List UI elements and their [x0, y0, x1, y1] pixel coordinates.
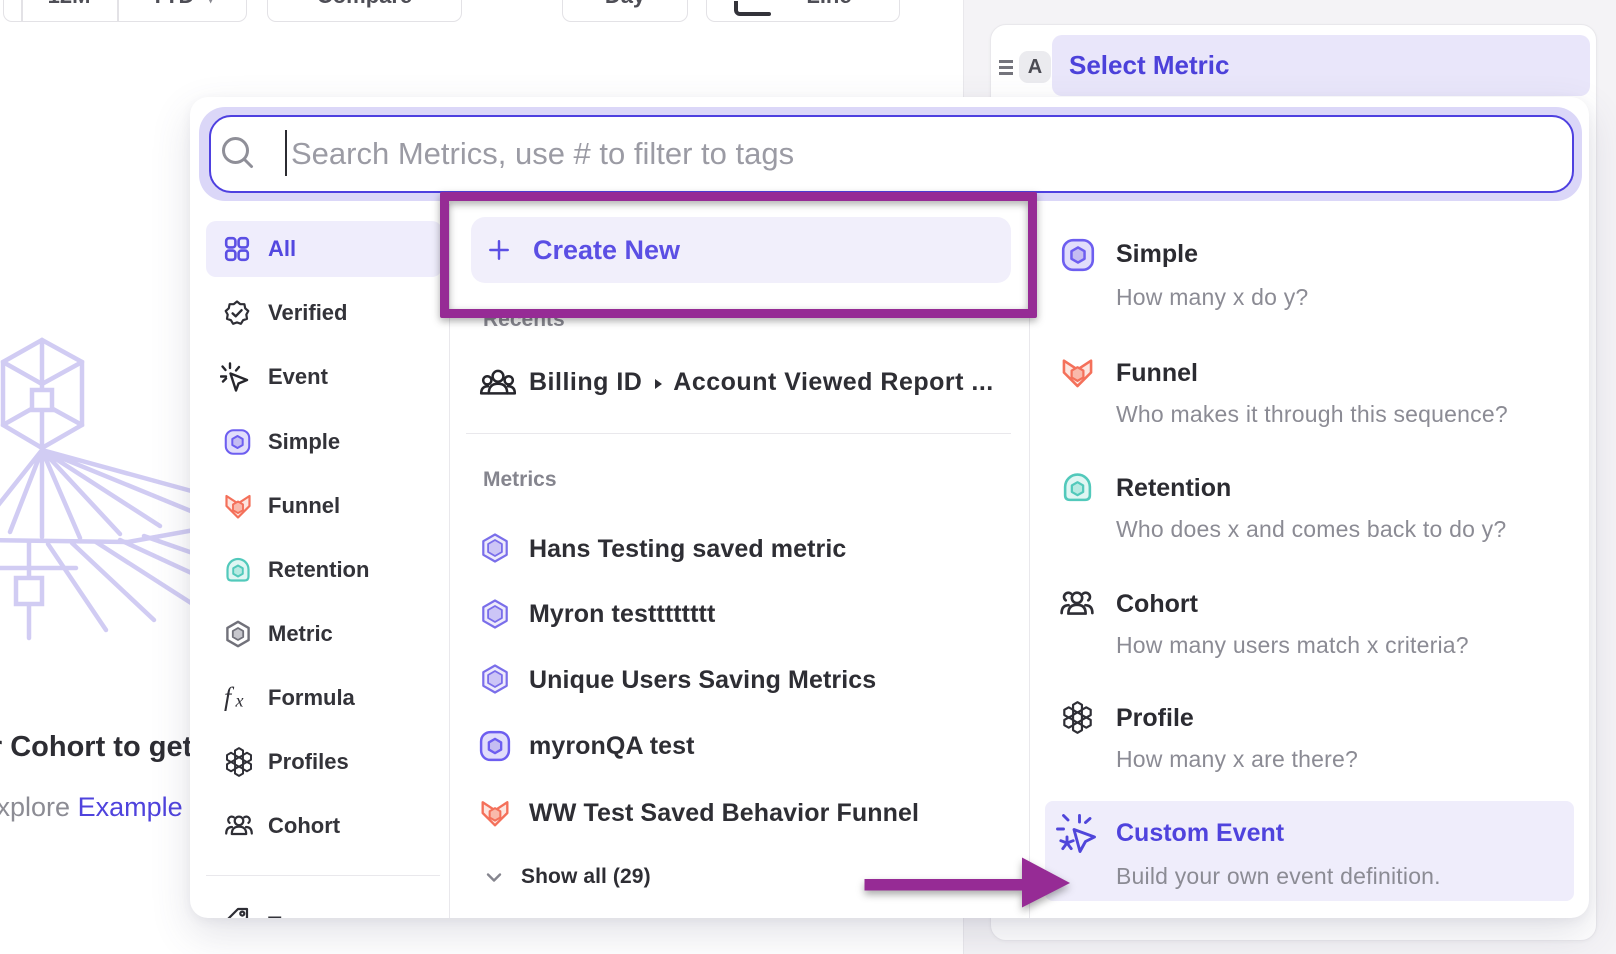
svg-text:f: f — [224, 684, 235, 712]
svg-text:x: x — [235, 690, 244, 710]
